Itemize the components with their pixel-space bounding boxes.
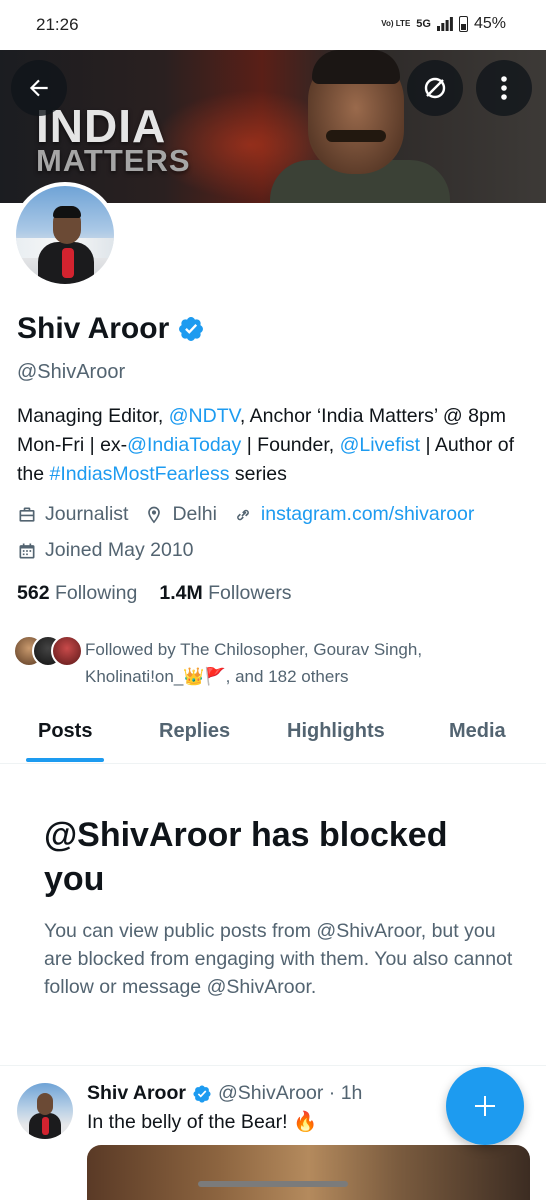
- profile-joined: Joined May 2010: [45, 539, 194, 561]
- signal-icon: [436, 17, 453, 31]
- network-indicator: 5G: [416, 18, 431, 30]
- location-icon: [144, 505, 168, 525]
- post-media[interactable]: [87, 1145, 530, 1200]
- grok-button[interactable]: [407, 60, 463, 116]
- more-icon: [501, 76, 507, 100]
- post-header: Shiv Aroor @ShivAroor · 1h: [87, 1082, 362, 1105]
- followed-by-text[interactable]: Followed by The Chilosopher, Gourav Sing…: [85, 636, 525, 690]
- post-author-handle: @ShivAroor · 1h: [217, 1082, 363, 1104]
- banner-title-line2: MATTERS: [36, 143, 191, 179]
- tab-media[interactable]: Media: [449, 720, 506, 743]
- verified-icon: [193, 1084, 211, 1103]
- link-icon: [233, 505, 257, 525]
- status-bar: 21:26 Vo) LTE 5G 45%: [0, 0, 546, 50]
- more-button[interactable]: [476, 60, 532, 116]
- back-button[interactable]: [11, 60, 67, 116]
- verified-icon[interactable]: [177, 315, 205, 343]
- volte-indicator: Vo) LTE: [381, 19, 411, 28]
- bio-text: | Founder,: [241, 434, 340, 456]
- profile-joined-row: Joined May 2010: [17, 539, 194, 562]
- follower-avatar: [51, 635, 83, 667]
- bio-text: Managing Editor,: [17, 405, 169, 427]
- profile-stats: 562 Following 1.4M Followers: [17, 582, 292, 605]
- hashtag-indiasmostfearless[interactable]: #IndiasMostFearless: [50, 463, 230, 485]
- following-label: Following: [54, 582, 138, 604]
- battery-icon: [458, 16, 468, 32]
- profile-name: Shiv Aroor: [17, 312, 170, 345]
- profile-handle: @ShivAroor: [17, 361, 126, 383]
- tab-posts[interactable]: Posts: [38, 720, 92, 743]
- plus-icon: [475, 1096, 495, 1116]
- tab-highlights[interactable]: Highlights: [287, 720, 385, 743]
- followers-label: Followers: [208, 582, 292, 604]
- status-icons: Vo) LTE 5G 45%: [381, 15, 506, 33]
- mention-ndtv[interactable]: @NDTV: [169, 405, 240, 427]
- mention-indiatoday[interactable]: @IndiaToday: [127, 434, 241, 456]
- profile-location: Delhi: [172, 503, 217, 525]
- profile-tabs: Posts Replies Highlights Media: [0, 700, 546, 764]
- banner-title-line1: INDIA: [36, 100, 167, 152]
- active-tab-indicator: [26, 758, 104, 762]
- blocked-message: You can view public posts from @ShivAroo…: [44, 920, 513, 998]
- compose-button[interactable]: [446, 1067, 524, 1145]
- profile-website[interactable]: instagram.com/shivaroor: [261, 503, 475, 526]
- profile-avatar[interactable]: [12, 182, 118, 288]
- divider: [0, 1065, 546, 1066]
- post-author-name[interactable]: Shiv Aroor: [87, 1082, 186, 1105]
- blocked-title: @ShivAroor has blocked you: [44, 816, 448, 898]
- post-text: In the belly of the Bear! 🔥: [87, 1111, 318, 1133]
- following-link[interactable]: 562 Following: [17, 582, 137, 605]
- briefcase-icon: [17, 505, 41, 525]
- post-avatar[interactable]: [17, 1083, 73, 1139]
- status-time: 21:26: [36, 15, 79, 34]
- grok-icon: [424, 77, 446, 99]
- following-count: 562: [17, 582, 50, 604]
- profile-bio: Managing Editor, @NDTV, Anchor ‘India Ma…: [17, 402, 532, 489]
- followed-by-avatars[interactable]: [13, 635, 83, 667]
- banner-logo: INDIA MATTERS: [36, 100, 191, 179]
- profile-meta: Journalist Delhi instagram.com/shivaroor: [17, 503, 474, 526]
- mention-livefist[interactable]: @Livefist: [340, 434, 421, 456]
- followers-link[interactable]: 1.4M Followers: [159, 582, 291, 605]
- profile-profession: Journalist: [45, 503, 129, 525]
- home-indicator[interactable]: [198, 1181, 348, 1187]
- profile-name-row: Shiv Aroor: [17, 312, 205, 346]
- profile-banner[interactable]: INDIA MATTERS: [0, 50, 546, 203]
- calendar-icon: [17, 541, 41, 561]
- bio-text: series: [229, 463, 287, 485]
- back-arrow-icon: [29, 79, 48, 97]
- followers-count: 1.4M: [159, 582, 203, 604]
- tab-replies[interactable]: Replies: [159, 720, 230, 743]
- battery-level: 45%: [473, 15, 506, 32]
